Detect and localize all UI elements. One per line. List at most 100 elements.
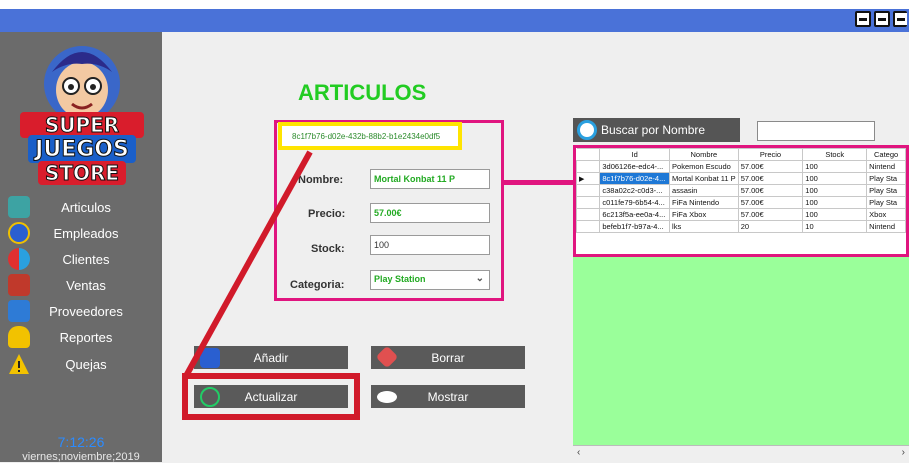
sidebar-item-quejas[interactable]: Quejas	[0, 352, 162, 376]
sidebar-item-ventas[interactable]: Ventas	[0, 273, 162, 297]
articles-table: Id Nombre Precio Stock Catego 3d06126e-e…	[573, 145, 909, 257]
search-input[interactable]	[757, 121, 875, 141]
delete-button[interactable]: Borrar	[371, 345, 525, 369]
categoria-select[interactable]: Play Station ⌄	[370, 270, 490, 290]
close-icon[interactable]	[893, 11, 907, 27]
scroll-right-icon[interactable]: ›	[902, 447, 905, 458]
cell[interactable]: Mortal Konbat 11 P	[669, 172, 739, 185]
sidebar: SUPER JUEGOS STORE Articulos Empleados C…	[0, 32, 162, 463]
table-row[interactable]: 6c213f5a-ee0a-4... FiFa Xbox 57.00€ 100 Xbox	[576, 208, 906, 221]
clock-time: 7:12:26	[57, 434, 105, 450]
connector-line	[504, 180, 574, 185]
cell[interactable]: 6c213f5a-ee0a-4...	[599, 208, 671, 221]
row-selector[interactable]	[576, 208, 601, 221]
eye-icon	[377, 391, 397, 403]
cell[interactable]: Pokemon Escudo	[669, 160, 739, 173]
search-by-name-button[interactable]: Buscar por Nombre	[573, 118, 740, 142]
row-selector[interactable]	[576, 184, 601, 197]
sidebar-item-reportes[interactable]: Reportes	[0, 325, 162, 349]
logo-line3: STORE	[45, 161, 119, 185]
logo-line1: SUPER	[45, 113, 119, 137]
table-row-selected[interactable]: ▶ 8c1f7b76-d02e-4... Mortal Konbat 11 P 57.…	[576, 172, 906, 185]
column-header[interactable]: Id	[599, 148, 671, 161]
cell[interactable]: Play Sta	[866, 172, 906, 185]
cell[interactable]: 8c1f7b76-d02e-4...	[599, 172, 671, 185]
precio-input[interactable]: 57.00€	[370, 203, 490, 223]
eraser-icon	[375, 345, 399, 369]
cell[interactable]: Nintend	[866, 160, 906, 173]
sidebar-item-label: Clientes	[62, 251, 110, 267]
cell[interactable]: c011fe79-6b54-4...	[599, 196, 671, 209]
cell[interactable]: c38a02c2-c0d3-...	[599, 184, 671, 197]
cell[interactable]: FiFa Xbox	[669, 208, 739, 221]
table-row[interactable]: 3d06126e-edc4-... Pokemon Escudo 57.00€ 100…	[576, 160, 906, 173]
sidebar-item-proveedores[interactable]: Proveedores	[0, 299, 162, 323]
table-header: Id Nombre Precio Stock Catego	[576, 148, 906, 161]
logo-line2: JUEGOS	[33, 137, 129, 162]
column-header[interactable]: Stock	[802, 148, 868, 161]
horizontal-scrollbar[interactable]: ‹ ›	[573, 445, 909, 462]
table-row[interactable]: befeb1f7-b97a-4... lks 20 10 Nintend	[576, 220, 906, 233]
show-button[interactable]: Mostrar	[371, 385, 525, 408]
cell[interactable]: 57.00€	[737, 196, 804, 209]
cell[interactable]: Nintend	[866, 220, 906, 233]
column-header[interactable]: Precio	[737, 148, 804, 161]
search-icon	[577, 120, 597, 140]
cell[interactable]: befeb1f7-b97a-4...	[599, 220, 671, 233]
cell[interactable]: 57.00€	[737, 208, 804, 221]
cell[interactable]: 3d06126e-edc4-...	[599, 160, 671, 173]
show-button-label: Mostrar	[427, 389, 469, 404]
cell[interactable]: 100	[802, 160, 868, 173]
row-selector[interactable]	[576, 196, 601, 209]
title-bar-strip	[0, 0, 909, 9]
cell[interactable]: Play Sta	[866, 196, 906, 209]
annotation-arrow	[183, 150, 313, 378]
nombre-input[interactable]: Mortal Konbat 11 P	[370, 169, 490, 189]
title-bar	[0, 0, 909, 32]
column-header[interactable]: Nombre	[669, 148, 739, 161]
scroll-left-icon[interactable]: ‹	[577, 447, 580, 458]
cell[interactable]: FiFa Nintendo	[669, 196, 739, 209]
chevron-down-icon: ⌄	[475, 273, 484, 284]
cell[interactable]: 20	[737, 220, 804, 233]
cell[interactable]: 100	[802, 208, 868, 221]
column-header[interactable]: Catego	[866, 148, 906, 161]
maximize-icon[interactable]	[874, 11, 890, 27]
clock-date: viernes;noviembre;2019	[22, 451, 140, 463]
row-selector[interactable]	[576, 220, 601, 233]
cell[interactable]: 57.00€	[737, 160, 804, 173]
sidebar-item-label: Ventas	[66, 277, 106, 293]
cell[interactable]: Play Sta	[866, 184, 906, 197]
categoria-value: Play Station	[374, 274, 426, 284]
delete-button-label: Borrar	[431, 350, 465, 365]
sidebar-item-empleados[interactable]: Empleados	[0, 221, 162, 245]
cell[interactable]: 100	[802, 196, 868, 209]
update-highlight-box	[182, 373, 360, 420]
sidebar-item-label: Proveedores	[49, 303, 123, 319]
stock-input[interactable]: 100	[370, 235, 490, 255]
table-row[interactable]: c38a02c2-c0d3-... assasin 57.00€ 100 Play St…	[576, 184, 906, 197]
cell[interactable]: 100	[802, 184, 868, 197]
cell[interactable]: 57.00€	[737, 172, 804, 185]
cell[interactable]: 100	[802, 172, 868, 185]
cell[interactable]: 10	[802, 220, 868, 233]
row-selector-arrow[interactable]: ▶	[576, 172, 601, 185]
row-selector[interactable]	[576, 160, 601, 173]
cell[interactable]: lks	[669, 220, 739, 233]
page-title: ARTICULOS	[298, 80, 427, 105]
cell[interactable]: Xbox	[866, 208, 906, 221]
search-button-label: Buscar por Nombre	[601, 123, 706, 137]
article-id-field: 8c1f7b76-d02e-432b-88b2-b1e2434e0df5	[278, 122, 462, 150]
sidebar-item-articulos[interactable]: Articulos	[0, 195, 162, 219]
sidebar-item-label: Reportes	[59, 329, 113, 345]
minimize-icon[interactable]	[855, 11, 871, 27]
articles-grid-area: Id Nombre Precio Stock Catego 3d06126e-e…	[573, 145, 909, 462]
sidebar-item-clientes[interactable]: Clientes	[0, 247, 162, 271]
sidebar-item-label: Empleados	[53, 225, 119, 241]
sidebar-item-label: Articulos	[61, 199, 111, 215]
cell[interactable]: 57.00€	[737, 184, 804, 197]
cell[interactable]: assasin	[669, 184, 739, 197]
row-header-corner	[576, 148, 601, 161]
store-logo: SUPER JUEGOS STORE	[20, 46, 144, 186]
table-row[interactable]: c011fe79-6b54-4... FiFa Nintendo 57.00€ 100…	[576, 196, 906, 209]
